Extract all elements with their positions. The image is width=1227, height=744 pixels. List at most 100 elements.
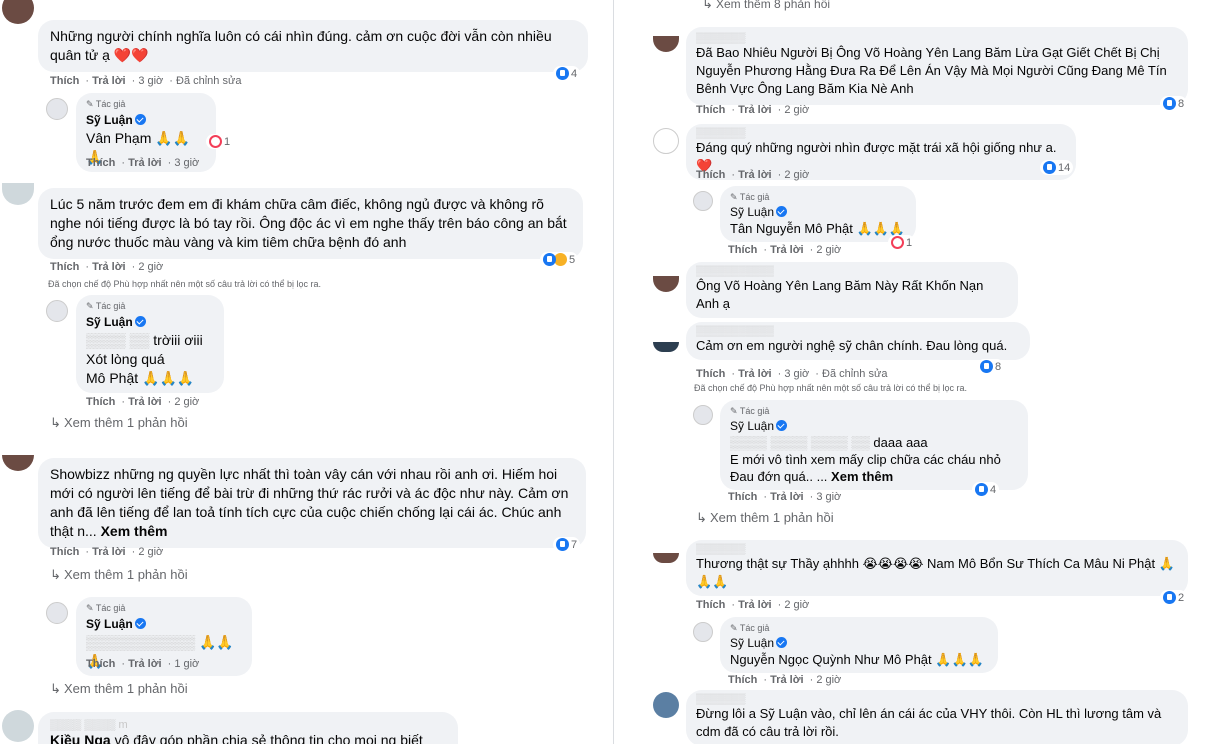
- like-link[interactable]: Thích: [728, 674, 757, 686]
- like-link[interactable]: Thích: [696, 104, 725, 116]
- view-more-replies[interactable]: ↳ Xem thêm 1 phản hồi: [50, 681, 188, 697]
- view-more-replies[interactable]: ↳ Xem thêm 8 phản hồi: [702, 0, 830, 12]
- like-link[interactable]: Thích: [50, 75, 79, 87]
- comment-time[interactable]: 3 giờ: [138, 75, 163, 87]
- like-link[interactable]: Thích: [50, 546, 79, 558]
- reply-bubble: ✎ Tác giả Sỹ Luận Tân Nguyễn Mô Phật 🙏🙏🙏: [720, 186, 916, 242]
- like-link[interactable]: Thích: [86, 396, 115, 408]
- commenter-avatar[interactable]: [2, 455, 34, 471]
- view-more-replies[interactable]: ↳ Xem thêm 1 phản hồi: [50, 567, 188, 583]
- reaction-count[interactable]: 8: [977, 359, 1005, 374]
- reply-bubble: ✎ Tác giả Sỹ Luận ▒▒▒▒ ▒▒▒▒ ▒▒▒▒ ▒▒ daaa…: [720, 400, 1028, 490]
- reaction-count[interactable]: 1: [206, 134, 234, 149]
- like-link[interactable]: Thích: [728, 491, 757, 503]
- reply-link[interactable]: Trả lời: [128, 157, 162, 169]
- view-more-replies[interactable]: ↳ Xem thêm 1 phản hồi: [696, 510, 834, 526]
- reply-link[interactable]: Trả lời: [770, 244, 804, 256]
- reply-arrow-icon: ↳: [696, 510, 707, 525]
- reply-link[interactable]: Trả lời: [92, 546, 126, 558]
- reaction-count[interactable]: 14: [1040, 160, 1074, 175]
- commenter-avatar[interactable]: [653, 276, 679, 292]
- commenter-avatar[interactable]: [653, 342, 679, 352]
- reply-time[interactable]: 2 giờ: [174, 396, 199, 408]
- verified-badge-icon: [776, 206, 788, 217]
- reaction-count[interactable]: 7: [553, 537, 581, 552]
- comment-text: Những người chính nghĩa luôn có cái nhìn…: [50, 28, 552, 63]
- comment-time[interactable]: 2 giờ: [784, 104, 809, 116]
- see-more-link[interactable]: Xem thêm: [831, 469, 893, 484]
- comment-time[interactable]: 2 giờ: [138, 261, 163, 273]
- reply-link[interactable]: Trả lời: [738, 368, 772, 380]
- verified-badge-icon: [776, 420, 788, 431]
- like-link[interactable]: Thích: [728, 244, 757, 256]
- like-link[interactable]: Thích: [86, 157, 115, 169]
- reply-time[interactable]: 3 giờ: [174, 157, 199, 169]
- view-more-replies[interactable]: ↳ Xem thêm 1 phản hồi: [50, 415, 188, 431]
- reply-link[interactable]: Trả lời: [92, 261, 126, 273]
- author-name[interactable]: Sỹ Luận: [730, 418, 774, 434]
- reply-time[interactable]: 1 giờ: [174, 658, 199, 670]
- commenter-avatar[interactable]: [2, 710, 34, 742]
- like-link[interactable]: Thích: [50, 261, 79, 273]
- reply-actions: Thích · Trả lời · 3 giờ: [728, 491, 842, 503]
- comment-time[interactable]: 2 giờ: [784, 599, 809, 611]
- reaction-count[interactable]: 1: [888, 235, 916, 250]
- redacted-name: ▒▒▒▒▒▒▒: [696, 33, 746, 44]
- comment-bubble: ▒▒▒▒▒▒▒▒▒▒▒ Ông Võ Hoàng Yên Lang Băm Nà…: [686, 262, 1018, 318]
- reply-link[interactable]: Trả lời: [738, 169, 772, 181]
- reply-time[interactable]: 2 giờ: [816, 674, 841, 686]
- reply-time[interactable]: 3 giờ: [816, 491, 841, 503]
- commenter-avatar[interactable]: [653, 36, 679, 52]
- author-name[interactable]: Sỹ Luận: [86, 616, 133, 632]
- reply-link[interactable]: Trả lời: [770, 491, 804, 503]
- like-link[interactable]: Thích: [696, 599, 725, 611]
- author-name[interactable]: Sỹ Luận: [730, 204, 774, 220]
- commenter-avatar[interactable]: [653, 692, 679, 718]
- author-avatar[interactable]: [693, 405, 713, 425]
- reply-link[interactable]: Trả lời: [738, 599, 772, 611]
- like-reaction-icon: [1163, 97, 1176, 110]
- reaction-count[interactable]: 4: [553, 66, 581, 81]
- reply-bubble: ✎ Tác giả Sỹ Luận Nguyễn Ngọc Quỳnh Như …: [720, 617, 998, 673]
- edited-label: Đã chỉnh sửa: [822, 368, 888, 380]
- pencil-icon: ✎: [730, 623, 738, 633]
- reaction-count[interactable]: 2: [1160, 590, 1188, 605]
- reply-link[interactable]: Trả lời: [92, 75, 126, 87]
- commenter-avatar[interactable]: [2, 0, 34, 24]
- author-avatar[interactable]: [46, 98, 68, 120]
- commenter-avatar[interactable]: [2, 183, 34, 205]
- redacted-name: ▒▒▒▒▒▒▒▒▒▒▒: [696, 326, 774, 337]
- commenter-avatar[interactable]: [653, 128, 679, 154]
- author-avatar[interactable]: [46, 300, 68, 322]
- like-link[interactable]: Thích: [696, 169, 725, 181]
- reply-link[interactable]: Trả lời: [128, 396, 162, 408]
- reply-link[interactable]: Trả lời: [128, 658, 162, 670]
- comment-time[interactable]: 3 giờ: [784, 368, 809, 380]
- filter-note: Đã chọn chế độ Phù hợp nhất nên một số c…: [48, 279, 321, 289]
- reaction-count[interactable]: 8: [1160, 96, 1188, 111]
- pencil-icon: ✎: [730, 192, 738, 202]
- reply-link[interactable]: Trả lời: [770, 674, 804, 686]
- like-link[interactable]: Thích: [86, 658, 115, 670]
- author-avatar[interactable]: [693, 191, 713, 211]
- commenter-avatar[interactable]: [653, 553, 679, 563]
- reply-link[interactable]: Trả lời: [738, 104, 772, 116]
- author-name[interactable]: Sỹ Luận: [86, 112, 133, 128]
- author-name[interactable]: Sỹ Luận: [730, 635, 774, 651]
- reply-time[interactable]: 2 giờ: [816, 244, 841, 256]
- author-avatar[interactable]: [46, 602, 68, 624]
- reply-actions: Thích · Trả lời · 2 giờ: [728, 674, 842, 686]
- see-more-link[interactable]: Xem thêm: [101, 523, 168, 539]
- comment-time[interactable]: 2 giờ: [784, 169, 809, 181]
- like-link[interactable]: Thích: [696, 368, 725, 380]
- author-name[interactable]: Sỹ Luận: [86, 314, 133, 330]
- pencil-icon: ✎: [730, 406, 738, 416]
- reaction-count[interactable]: 5: [540, 252, 579, 267]
- comment-actions: Thích · Trả lời · 3 giờ · Đã chỉnh sửa: [696, 368, 888, 380]
- commenter-name[interactable]: Kiều Nga: [50, 732, 111, 744]
- filter-note: Đã chọn chế độ Phù hợp nhất nên một số c…: [694, 383, 967, 393]
- reaction-count[interactable]: 4: [972, 482, 1000, 497]
- comment-time[interactable]: 2 giờ: [138, 546, 163, 558]
- reply-arrow-icon: ↳: [702, 0, 713, 11]
- author-avatar[interactable]: [693, 622, 713, 642]
